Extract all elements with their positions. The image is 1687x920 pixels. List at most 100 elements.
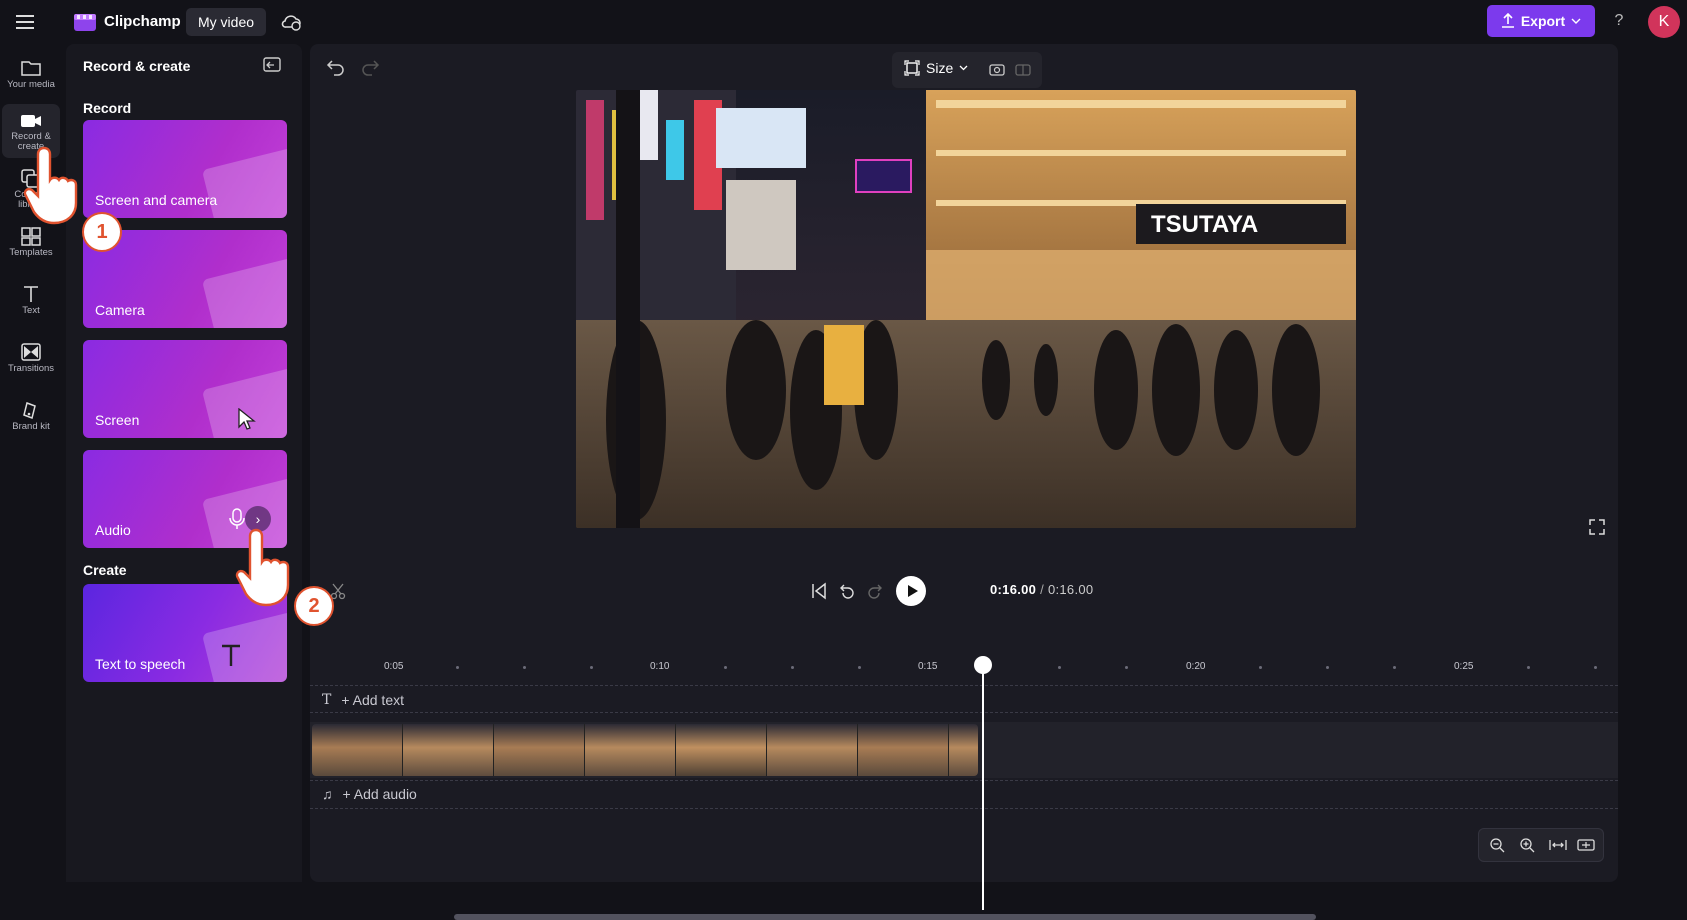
record-create-panel: Record & create Record Screen and camera… xyxy=(66,44,302,882)
add-audio-label: + Add audio xyxy=(342,786,417,802)
templates-icon xyxy=(21,227,41,246)
text-t-icon xyxy=(222,644,240,666)
track-divider xyxy=(310,685,1618,686)
export-label: Export xyxy=(1520,13,1566,29)
help-icon[interactable]: ? xyxy=(1609,12,1629,32)
timecode-display: 0:16.00 / 0:16.00 xyxy=(990,582,1094,597)
rail-item-brand-kit[interactable]: Brand kit xyxy=(2,392,60,446)
add-text-track[interactable]: T + Add text xyxy=(322,692,404,708)
ruler-tick xyxy=(1527,666,1530,669)
card-label: Screen xyxy=(95,412,140,428)
ruler-tick xyxy=(791,666,794,669)
screen-card[interactable]: Screen xyxy=(83,340,287,438)
zoom-controls xyxy=(1478,828,1604,862)
clip-thumbnail xyxy=(767,724,858,776)
app-brand: Clipchamp xyxy=(104,13,181,30)
fullscreen-icon[interactable] xyxy=(1588,518,1606,536)
panel-title: Record & create xyxy=(83,58,191,74)
export-button[interactable]: Export xyxy=(1487,5,1595,37)
rail-label: Brand kit xyxy=(12,421,50,432)
card-preview xyxy=(201,257,287,328)
svg-text:TSUTAYA: TSUTAYA xyxy=(1151,211,1258,238)
card-label: Camera xyxy=(95,302,145,318)
playhead-handle[interactable] xyxy=(974,656,992,674)
rail-label: Templates xyxy=(9,247,53,258)
ruler-tick xyxy=(1326,666,1329,669)
preview-toolbar: Size xyxy=(892,52,1042,88)
playhead[interactable] xyxy=(982,662,984,910)
add-text-label: + Add text xyxy=(341,692,405,708)
ruler-tick xyxy=(724,666,727,669)
ruler-label: 0:05 xyxy=(384,661,404,672)
rail-label: Your media xyxy=(7,79,55,90)
total-time: 0:16.00 xyxy=(1047,582,1094,597)
screen-and-camera-card[interactable]: Screen and camera xyxy=(83,120,287,218)
track-divider xyxy=(310,780,1618,781)
avatar[interactable]: K xyxy=(1648,6,1680,38)
track-divider xyxy=(310,712,1618,713)
ruler-tick xyxy=(590,666,593,669)
camera-icon xyxy=(21,115,41,127)
clip-thumbnail xyxy=(676,724,767,776)
rail-item-transitions[interactable]: Transitions xyxy=(2,334,60,388)
zoom-out-icon[interactable] xyxy=(1489,837,1505,853)
clip-thumbnail xyxy=(403,724,494,776)
play-button[interactable] xyxy=(896,576,926,606)
rail-item-your-media[interactable]: Your media xyxy=(2,50,60,104)
clipchamp-logo-icon xyxy=(73,10,97,34)
text-icon xyxy=(24,286,38,302)
ruler-tick xyxy=(1125,666,1128,669)
layout-icon[interactable] xyxy=(1014,62,1032,78)
upload-icon xyxy=(1501,13,1514,28)
redo-icon[interactable] xyxy=(360,58,380,76)
brand-kit-icon xyxy=(23,402,36,419)
top-bar: Clipchamp My video Export ? K xyxy=(0,0,1687,44)
rewind-5-icon[interactable] xyxy=(838,582,856,600)
zoom-in-icon[interactable] xyxy=(1519,837,1535,853)
size-label: Size xyxy=(926,60,954,76)
transitions-icon xyxy=(21,343,41,361)
ruler-label: 0:25 xyxy=(1454,661,1474,672)
rail-label: Transitions xyxy=(7,363,55,374)
ruler-label: 0:15 xyxy=(918,661,938,672)
rail-item-text[interactable]: Text xyxy=(2,276,60,330)
skip-to-start-icon[interactable] xyxy=(810,582,828,600)
add-audio-track[interactable]: ♫ + Add audio xyxy=(322,786,417,802)
current-time: 0:16.00 xyxy=(990,582,1037,597)
forward-5-icon[interactable] xyxy=(866,582,884,600)
record-heading: Record xyxy=(83,100,132,116)
size-button[interactable]: Size xyxy=(904,60,968,76)
cloud-sync-icon[interactable] xyxy=(280,11,302,33)
video-preview[interactable]: TSUTAYA xyxy=(576,90,1356,528)
background-remove-icon[interactable] xyxy=(988,62,1006,78)
video-clip[interactable] xyxy=(312,724,978,776)
folder-icon xyxy=(21,61,41,76)
ruler-tick xyxy=(1259,666,1262,669)
step-badge-1: 1 xyxy=(82,212,122,252)
card-label: Text to speech xyxy=(95,656,186,672)
timeline-scrollbar[interactable] xyxy=(454,914,1316,920)
clip-thumbnail xyxy=(312,724,403,776)
ruler-tick xyxy=(1594,666,1597,669)
ruler-tick xyxy=(1393,666,1396,669)
fit-to-width-icon[interactable] xyxy=(1549,837,1567,853)
track-divider xyxy=(310,808,1618,809)
timeline-view-icon[interactable] xyxy=(1577,837,1595,853)
music-note-icon: ♫ xyxy=(322,786,333,802)
rail-item-templates[interactable]: Templates xyxy=(2,218,60,272)
clip-thumbnail xyxy=(585,724,676,776)
resize-icon xyxy=(904,60,920,76)
hamburger-menu-icon[interactable] xyxy=(16,12,38,32)
collapse-panel-icon[interactable] xyxy=(262,56,282,74)
undo-icon[interactable] xyxy=(326,58,346,76)
project-title[interactable]: My video xyxy=(186,8,267,36)
card-preview xyxy=(201,611,287,682)
step-badge-2: 2 xyxy=(294,586,334,626)
ruler-tick xyxy=(456,666,459,669)
ruler-tick xyxy=(858,666,861,669)
ruler-tick xyxy=(1058,666,1061,669)
cursor-icon xyxy=(238,408,256,430)
chevron-down-icon xyxy=(959,65,968,71)
clip-thumbnail xyxy=(949,724,978,776)
clip-thumbnail xyxy=(858,724,949,776)
